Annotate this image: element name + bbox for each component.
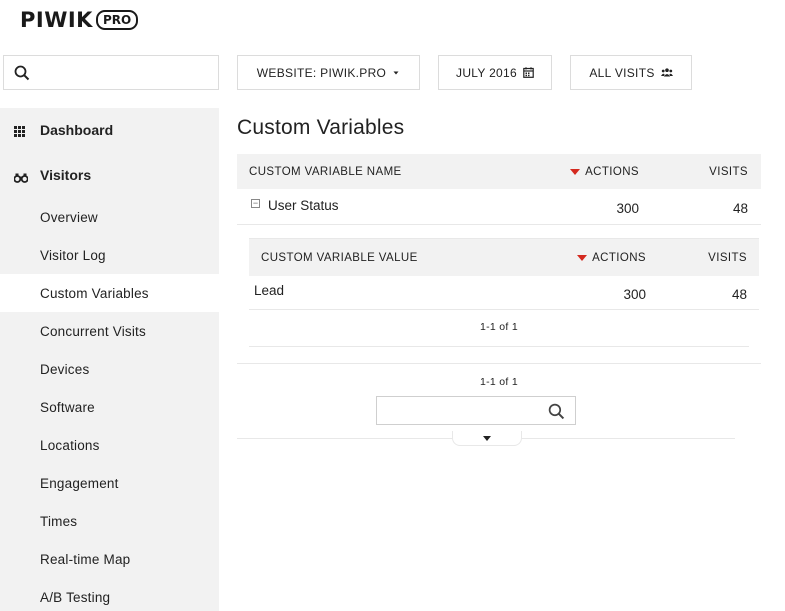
row-visits-value: 48 [732, 201, 748, 216]
sidebar-item-label: Software [40, 399, 95, 415]
row-visits-value: 48 [731, 287, 747, 302]
caret-down-icon [483, 435, 491, 441]
sidebar: Dashboard Visitors Overview Visitor Log … [0, 108, 219, 611]
column-header-name[interactable]: CUSTOM VARIABLE NAME [249, 166, 402, 178]
sidebar-item-times[interactable]: Times [0, 502, 219, 540]
caret-down-icon [392, 70, 400, 76]
logo-text: PIWIK [20, 8, 93, 32]
sidebar-item-label: Devices [40, 361, 90, 377]
collapse-icon[interactable]: − [251, 199, 260, 208]
global-search[interactable] [3, 55, 219, 90]
segment-selector[interactable]: ALL VISITS [570, 55, 692, 90]
row-label: User Status [268, 198, 339, 213]
logo-badge: PRO [95, 10, 139, 30]
table-pagination: 1-1 of 1 [479, 376, 518, 388]
row-actions-value: 300 [616, 201, 639, 216]
date-selector-label: JULY 2016 [456, 65, 517, 80]
sidebar-item-label: Engagement [40, 475, 119, 491]
table-footer: 1-1 of 1 [237, 363, 761, 439]
users-icon [660, 68, 673, 77]
sidebar-item-overview[interactable]: Overview [0, 198, 219, 236]
search-icon [14, 65, 30, 81]
segment-selector-label: ALL VISITS [589, 65, 655, 80]
sidebar-item-label: Locations [40, 437, 100, 453]
table-header: CUSTOM VARIABLE NAME ACTIONS VISITS [237, 154, 761, 189]
sidebar-item-custom-variables[interactable]: Custom Variables [0, 274, 219, 312]
sidebar-item-label: Visitors [40, 167, 92, 183]
custom-variables-table: CUSTOM VARIABLE NAME ACTIONS VISITS − Us… [237, 154, 761, 225]
subtable-header: CUSTOM VARIABLE VALUE ACTIONS VISITS [249, 238, 759, 276]
custom-variable-value-subtable: CUSTOM VARIABLE VALUE ACTIONS VISITS Lea… [249, 238, 759, 310]
sort-desc-icon [570, 168, 581, 175]
sidebar-item-visitors[interactable]: Visitors [0, 155, 219, 195]
subtable-pagination: 1-1 of 1 [249, 310, 749, 347]
calendar-icon [523, 67, 534, 78]
sidebar-item-concurrent-visits[interactable]: Concurrent Visits [0, 312, 219, 350]
column-header-visits[interactable]: VISITS [709, 166, 748, 178]
date-selector[interactable]: JULY 2016 [438, 55, 552, 90]
sidebar-item-locations[interactable]: Locations [0, 426, 219, 464]
sidebar-item-software[interactable]: Software [0, 388, 219, 426]
website-selector[interactable]: WEBSITE: PIWIK.PRO [237, 55, 420, 90]
sidebar-item-label: A/B Testing [40, 589, 111, 605]
website-selector-label: WEBSITE: PIWIK.PRO [256, 65, 387, 80]
sidebar-item-label: Concurrent Visits [40, 323, 146, 339]
sidebar-item-label: Dashboard [40, 122, 114, 138]
piwik-pro-logo[interactable]: PIWIK PRO [20, 8, 139, 32]
column-header-actions[interactable]: ACTIONS [577, 252, 646, 264]
page-title: Custom Variables [237, 116, 405, 139]
sort-desc-icon [577, 254, 588, 261]
sidebar-item-real-time-map[interactable]: Real-time Map [0, 540, 219, 578]
sidebar-item-dashboard[interactable]: Dashboard [0, 110, 219, 150]
sidebar-item-devices[interactable]: Devices [0, 350, 219, 388]
sidebar-item-label: Real-time Map [40, 551, 131, 567]
table-row[interactable]: Lead 300 48 [249, 276, 759, 310]
table-search[interactable] [376, 396, 576, 425]
table-row[interactable]: − User Status 300 48 [237, 189, 761, 225]
sidebar-item-label: Times [40, 513, 78, 529]
row-label: Lead [254, 283, 285, 298]
sidebar-item-label: Visitor Log [40, 247, 106, 263]
binoculars-icon [13, 170, 29, 186]
row-actions-value: 300 [623, 287, 646, 302]
search-input[interactable] [36, 62, 211, 84]
sidebar-item-label: Custom Variables [40, 285, 149, 301]
column-header-visits[interactable]: VISITS [708, 252, 747, 264]
table-search-input[interactable] [383, 402, 543, 420]
search-icon[interactable] [548, 403, 565, 420]
column-header-actions-label: ACTIONS [585, 165, 639, 178]
expand-footer-button[interactable] [452, 431, 522, 446]
column-header-actions[interactable]: ACTIONS [570, 166, 639, 178]
sidebar-item-visitor-log[interactable]: Visitor Log [0, 236, 219, 274]
column-header-value[interactable]: CUSTOM VARIABLE VALUE [261, 252, 418, 264]
sidebar-item-engagement[interactable]: Engagement [0, 464, 219, 502]
column-header-actions-label: ACTIONS [592, 251, 646, 264]
grid-icon [14, 124, 25, 140]
sidebar-item-label: Overview [40, 209, 98, 225]
sidebar-item-ab-testing[interactable]: A/B Testing [0, 578, 219, 611]
